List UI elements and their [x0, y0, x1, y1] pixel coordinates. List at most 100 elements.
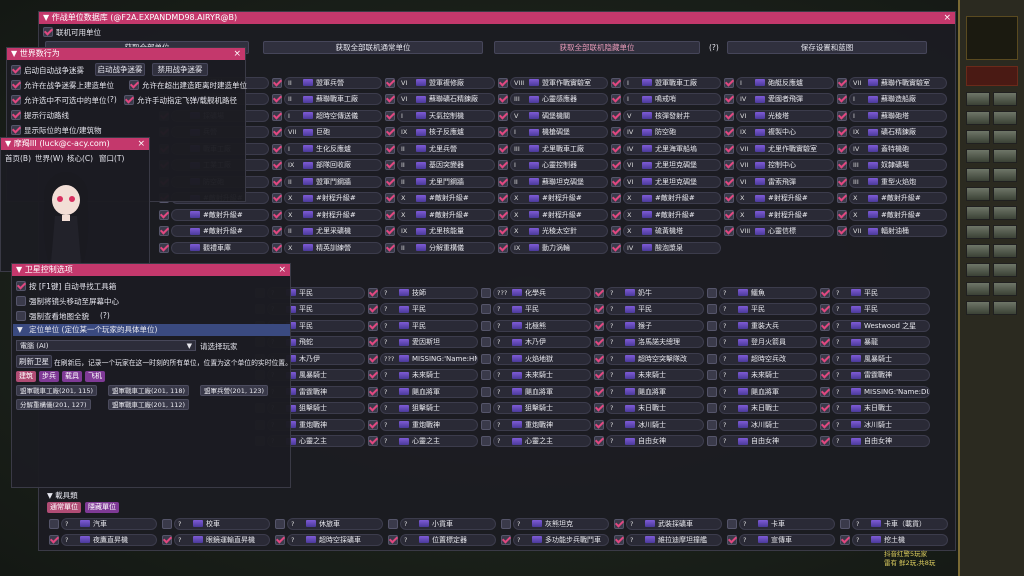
- get-online-hidden-button[interactable]: 获取全部联机隐藏单位: [494, 41, 700, 54]
- unit-checkbox[interactable]: [611, 110, 621, 121]
- unit-checkbox[interactable]: [611, 193, 621, 203]
- unit-location-chip[interactable]: 盟軍戰車工廠(201, 118): [108, 385, 190, 396]
- unit-checkbox[interactable]: [837, 127, 847, 137]
- unit-checkbox[interactable]: [707, 419, 717, 430]
- unit-pill[interactable]: ? 超時空採礦車: [287, 533, 383, 546]
- unit-checkbox[interactable]: [481, 436, 491, 446]
- unit-pill[interactable]: ? 心靈之主: [380, 435, 478, 447]
- unit-pill[interactable]: I 超時空傳送儀: [284, 109, 382, 122]
- unit-pill[interactable]: X #敵射升級#: [849, 208, 947, 221]
- start-fog-button[interactable]: 启动战争迷雾: [95, 63, 145, 76]
- unit-location-chip[interactable]: 盟軍戰車工廠(201, 112): [108, 399, 190, 410]
- unit-pill[interactable]: ? MISSING:'Name:DUR': [832, 385, 930, 398]
- unit-checkbox[interactable]: [388, 518, 398, 529]
- build-thumbnail[interactable]: [993, 263, 1017, 277]
- unit-checkbox[interactable]: [498, 226, 508, 236]
- unit-checkbox[interactable]: [611, 209, 621, 220]
- unit-checkbox[interactable]: [707, 436, 717, 446]
- build-thumbnail[interactable]: [993, 130, 1017, 144]
- unit-checkbox[interactable]: [614, 518, 624, 529]
- unit-checkbox[interactable]: [707, 304, 717, 314]
- unit-pill[interactable]: ? 颶血將軍: [606, 385, 704, 398]
- unit-pill[interactable]: X 精英訓練營: [284, 241, 382, 254]
- unit-checkbox[interactable]: [368, 403, 378, 413]
- build-thumbnail[interactable]: [993, 187, 1017, 201]
- build-thumbnail[interactable]: [966, 149, 990, 163]
- unit-pill[interactable]: VII 輻射油桶: [849, 225, 947, 237]
- unit-checkbox[interactable]: [594, 287, 604, 298]
- unit-checkbox[interactable]: [611, 77, 621, 88]
- unit-pill[interactable]: ? 平民: [606, 303, 704, 315]
- unit-pill[interactable]: X #敵射升級#: [623, 192, 721, 204]
- build-thumbnail[interactable]: [993, 225, 1017, 239]
- locate-unit-section[interactable]: ▼ 定位单位 (定位某一个玩家的具体单位): [13, 324, 290, 336]
- unit-pill[interactable]: I 蘇聯造船廠: [849, 93, 947, 105]
- unit-pill[interactable]: X #敵射升級#: [397, 192, 495, 204]
- unit-pill[interactable]: ? 平民: [493, 303, 591, 315]
- unit-pill[interactable]: ? 冰川騎士: [832, 418, 930, 431]
- unit-checkbox[interactable]: [707, 320, 717, 331]
- unit-pill[interactable]: #敵射升級#: [171, 208, 269, 221]
- satellite-titlebar[interactable]: ▼ 卫星控制选项 ×: [12, 264, 290, 276]
- unit-checkbox[interactable]: [481, 304, 491, 314]
- unit-checkbox[interactable]: [272, 226, 282, 236]
- unit-pill[interactable]: ? 猴子: [606, 319, 704, 332]
- unit-pill[interactable]: X #射程升級#: [736, 192, 834, 204]
- unit-pill[interactable]: ? 重炮戰神: [380, 418, 478, 431]
- unit-checkbox[interactable]: [820, 386, 830, 397]
- unit-checkbox[interactable]: [611, 176, 621, 187]
- unit-checkbox[interactable]: [272, 176, 282, 187]
- unit-checkbox[interactable]: [840, 534, 850, 545]
- unit-pill[interactable]: X 硫黃機塔: [623, 225, 721, 237]
- unit-checkbox[interactable]: [820, 370, 830, 380]
- unit-pill[interactable]: ? 校車: [174, 517, 270, 530]
- unit-pill[interactable]: ? 宣傳車: [739, 533, 835, 546]
- unit-checkbox[interactable]: [724, 176, 734, 187]
- unit-pill[interactable]: II 尤里兵營: [397, 142, 495, 155]
- unit-checkbox[interactable]: [368, 287, 378, 298]
- unit-checkbox[interactable]: [272, 242, 282, 253]
- build-thumbnail[interactable]: [966, 244, 990, 258]
- build-thumbnail[interactable]: [966, 130, 990, 144]
- unit-checkbox[interactable]: [49, 534, 59, 545]
- unit-checkbox[interactable]: [594, 337, 604, 347]
- unit-checkbox[interactable]: [707, 287, 717, 298]
- unit-checkbox[interactable]: [159, 242, 169, 253]
- unit-checkbox[interactable]: [611, 242, 621, 253]
- unit-pill[interactable]: ? 灰熊坦克: [513, 517, 609, 530]
- unit-pill[interactable]: ? 末日戰士: [719, 402, 817, 414]
- unit-checkbox[interactable]: [724, 143, 734, 154]
- unit-checkbox[interactable]: [368, 320, 378, 331]
- fog-auto-checkbox[interactable]: [11, 65, 21, 75]
- unit-checkbox[interactable]: [368, 337, 378, 347]
- unit-checkbox[interactable]: [368, 370, 378, 380]
- close-icon[interactable]: ×: [233, 48, 241, 60]
- online-units-checkbox[interactable]: [43, 27, 53, 37]
- unit-checkbox[interactable]: [498, 193, 508, 203]
- unit-pill[interactable]: ? 颶血將軍: [380, 385, 478, 398]
- unit-pill[interactable]: ? 冰川騎士: [606, 418, 704, 431]
- unit-pill[interactable]: ? 風暴騎士: [832, 352, 930, 365]
- unit-checkbox[interactable]: [820, 304, 830, 314]
- unit-checkbox[interactable]: [368, 419, 378, 430]
- get-online-normal-button[interactable]: 获取全部联机通常单位: [263, 41, 483, 54]
- unit-checkbox[interactable]: [837, 226, 847, 236]
- unit-checkbox[interactable]: [837, 77, 847, 88]
- unit-pill[interactable]: IX 複製中心: [736, 126, 834, 138]
- disable-fog-button[interactable]: 禁用战争迷雾: [152, 63, 208, 76]
- unit-checkbox[interactable]: [820, 320, 830, 331]
- unit-pill[interactable]: X #敵射升級#: [397, 208, 495, 221]
- show-route-checkbox[interactable]: [11, 110, 21, 120]
- unit-pill[interactable]: ? 末日戰士: [832, 402, 930, 414]
- unit-checkbox[interactable]: [481, 419, 491, 430]
- build-thumbnail[interactable]: [993, 92, 1017, 106]
- unit-pill[interactable]: ? 狙擊騎士: [493, 402, 591, 414]
- unit-pill[interactable]: ? 鱷魚: [719, 286, 817, 299]
- build-thumbnail[interactable]: [993, 301, 1017, 315]
- unit-pill[interactable]: ? 末日戰士: [606, 402, 704, 414]
- unit-pill[interactable]: IV 蓋特機砲: [849, 142, 947, 155]
- unit-pill[interactable]: ? 平民: [832, 303, 930, 315]
- unit-pill[interactable]: ? 維拉迪摩坦撞艦: [626, 533, 722, 546]
- unit-pill[interactable]: II 蘇聯戰車工廠: [284, 93, 382, 105]
- unit-pill[interactable]: ? 挖土機: [852, 533, 948, 546]
